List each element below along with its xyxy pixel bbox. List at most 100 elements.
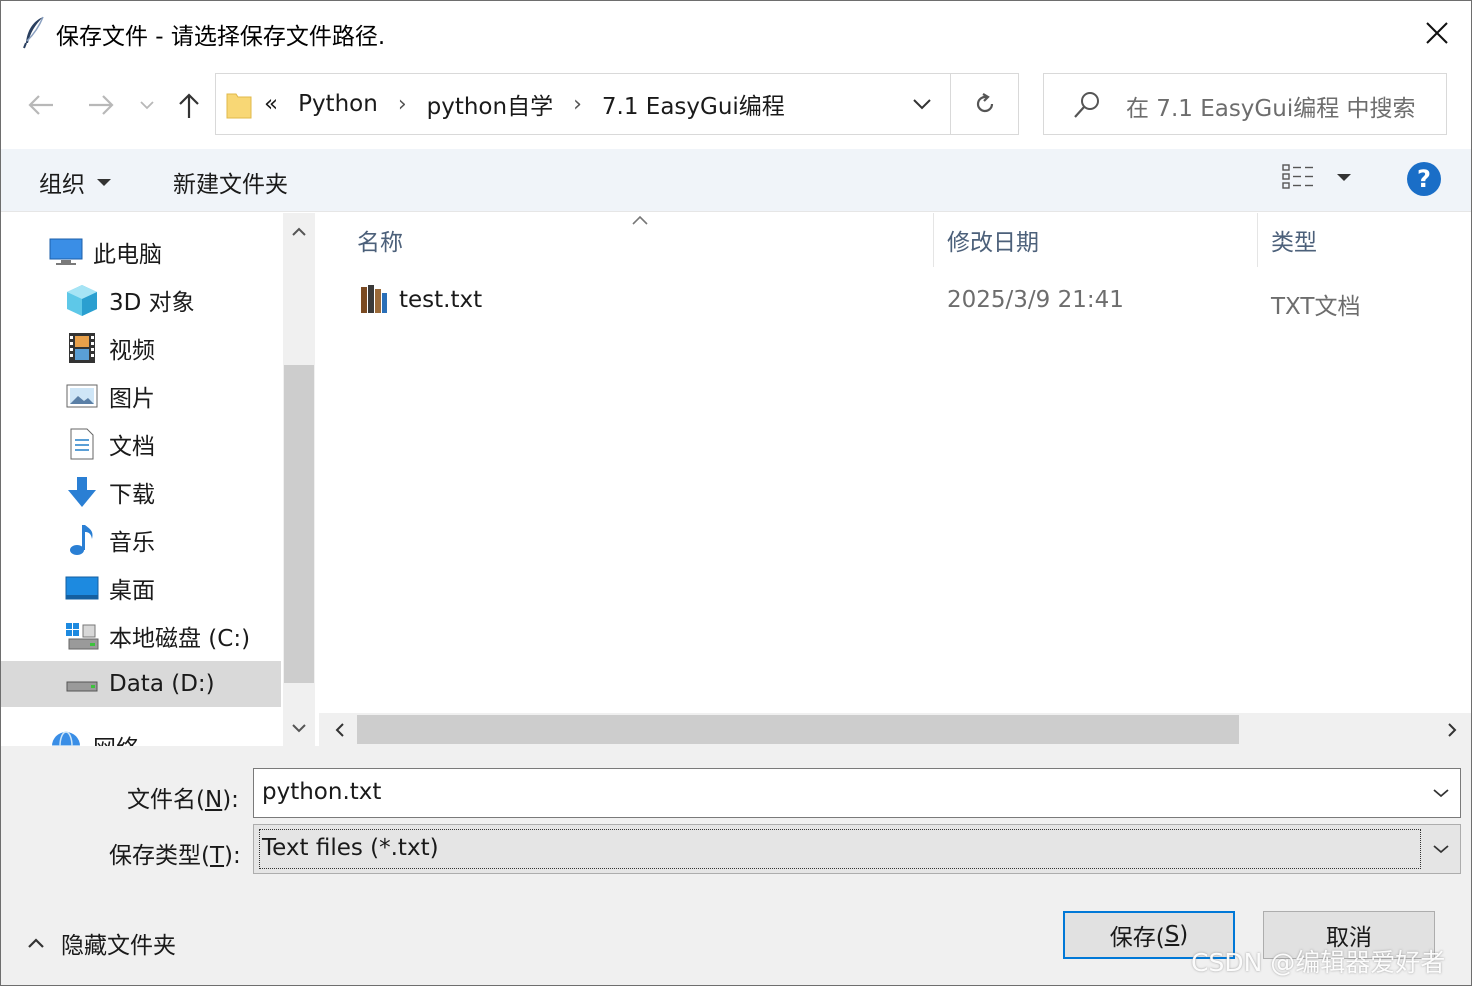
3d-objects-icon (65, 283, 99, 317)
refresh-icon (976, 93, 993, 113)
breadcrumb-separator[interactable]: › (573, 92, 582, 117)
filename-input[interactable]: python.txt (262, 779, 381, 805)
column-header-modified[interactable]: 修改日期 (947, 213, 1039, 267)
documents-icon (65, 427, 99, 461)
save-form: 文件名(N): python.txt 保存类型(T): Text files (… (1, 746, 1471, 985)
column-header-type[interactable]: 类型 (1271, 213, 1317, 267)
forward-button[interactable] (81, 85, 121, 125)
chevron-right-icon (1448, 722, 1457, 737)
breadcrumb-overflow[interactable]: « (264, 91, 278, 117)
breadcrumb-item[interactable]: python自学 (427, 87, 553, 121)
breadcrumb-separator[interactable]: › (398, 92, 407, 117)
file-modified: 2025/3/9 21:41 (947, 287, 1124, 313)
close-icon (1426, 22, 1448, 44)
nav-item-pictures[interactable]: 图片 (65, 373, 281, 419)
address-bar[interactable]: « Python › python自学 › 7.1 EasyGui编程 (215, 73, 1019, 135)
search-icon (1074, 92, 1099, 118)
pictures-icon (65, 379, 99, 413)
hide-folders-button[interactable]: 隐藏文件夹 (27, 926, 176, 960)
chevron-left-icon (335, 722, 344, 737)
scroll-right-button[interactable] (1439, 715, 1465, 744)
chevron-up-icon (292, 227, 306, 236)
caret-down-icon (97, 179, 111, 186)
chevron-down-icon (913, 99, 931, 110)
chevron-down-icon (1433, 789, 1449, 798)
view-list-icon (1282, 164, 1313, 189)
back-button[interactable] (21, 85, 61, 125)
nav-item-network[interactable]: 网络 (49, 723, 281, 746)
window-title: 保存文件 - 请选择保存文件路径. (56, 24, 386, 50)
file-type: TXT文档 (1271, 294, 1361, 320)
scroll-left-button[interactable] (327, 715, 353, 744)
view-options-button[interactable] (1281, 163, 1353, 191)
arrow-right-icon (89, 95, 114, 115)
scroll-up-button[interactable] (283, 217, 315, 247)
nav-item-label: 视频 (109, 338, 155, 364)
scrollbar-thumb[interactable] (357, 715, 1239, 744)
nav-item-local-disk-c[interactable]: 本地磁盘 (C:) (65, 613, 281, 659)
file-type-label: 保存类型(T): (109, 843, 241, 869)
arrow-left-icon (28, 95, 53, 115)
file-type-value: Text files (*.txt) (262, 835, 439, 861)
address-dropdown-button[interactable] (896, 74, 948, 134)
chevron-down-icon (292, 724, 306, 733)
filename-dropdown-button[interactable] (1422, 769, 1460, 817)
video-icon (65, 331, 99, 365)
sort-ascending-icon (632, 215, 648, 225)
scrollbar-thumb[interactable] (284, 365, 314, 683)
nav-item-label: 音乐 (109, 530, 155, 556)
local-disk-icon (65, 619, 99, 653)
navigation-scrollbar[interactable] (283, 213, 315, 746)
up-button[interactable] (169, 85, 209, 125)
nav-item-desktop[interactable]: 桌面 (65, 565, 281, 611)
refresh-button[interactable] (950, 74, 1018, 134)
horizontal-scrollbar[interactable] (319, 713, 1471, 746)
nav-item-music[interactable]: 音乐 (65, 517, 281, 563)
nav-item-downloads[interactable]: 下载 (65, 469, 281, 515)
nav-item-videos[interactable]: 视频 (65, 325, 281, 371)
nav-item-label: 此电脑 (93, 242, 162, 268)
computer-icon (49, 235, 83, 269)
nav-item-data-d[interactable]: Data (D:) (1, 661, 281, 707)
file-row[interactable]: test.txt 2025/3/9 21:41 TXT文档 (319, 277, 1471, 323)
new-folder-button[interactable]: 新建文件夹 (173, 165, 288, 199)
save-file-dialog: 保存文件 - 请选择保存文件路径. « Python › python自学 › … (0, 0, 1472, 986)
column-divider[interactable] (1257, 213, 1258, 267)
nav-item-label: 本地磁盘 (C:) (109, 626, 251, 652)
nav-item-label: 下载 (109, 482, 155, 508)
nav-item-label: Data (D:) (109, 671, 215, 697)
breadcrumb-item[interactable]: 7.1 EasyGui编程 (602, 87, 785, 121)
nav-item-label: 3D 对象 (109, 290, 195, 316)
file-type-select[interactable]: Text files (*.txt) (253, 824, 1461, 874)
desktop-icon (65, 571, 99, 605)
folder-icon (226, 93, 252, 119)
hide-folders-label: 隐藏文件夹 (61, 933, 176, 959)
drive-icon (65, 667, 99, 701)
organize-label: 组织 (39, 172, 85, 198)
network-icon (49, 729, 83, 746)
nav-item-label: 图片 (109, 386, 155, 412)
breadcrumb-item[interactable]: Python (298, 91, 378, 117)
nav-item-label: 文档 (109, 434, 155, 460)
nav-item-3d-objects[interactable]: 3D 对象 (65, 277, 281, 323)
command-toolbar: 组织 新建文件夹 ? (1, 149, 1471, 212)
nav-item-label: 网络 (93, 729, 139, 746)
help-button[interactable]: ? (1407, 162, 1441, 196)
filename-label: 文件名(N): (127, 787, 239, 813)
close-button[interactable] (1413, 11, 1461, 55)
filename-combobox[interactable]: python.txt (253, 768, 1461, 818)
navigation-row: « Python › python自学 › 7.1 EasyGui编程 在 7.… (1, 63, 1471, 149)
nav-item-label: 桌面 (109, 578, 155, 604)
organize-button[interactable]: 组织 (39, 165, 113, 199)
column-header-name[interactable]: 名称 (357, 213, 403, 267)
file-type-dropdown-button[interactable] (1422, 825, 1460, 873)
feather-icon (23, 16, 44, 49)
text-file-icon (361, 285, 387, 313)
search-input[interactable]: 在 7.1 EasyGui编程 中搜索 (1126, 89, 1416, 123)
search-box[interactable]: 在 7.1 EasyGui编程 中搜索 (1043, 73, 1447, 135)
column-divider[interactable] (933, 213, 934, 267)
nav-item-documents[interactable]: 文档 (65, 421, 281, 467)
nav-item-this-pc[interactable]: 此电脑 (49, 229, 281, 275)
recent-locations-button[interactable] (129, 85, 165, 125)
scroll-down-button[interactable] (283, 713, 315, 743)
